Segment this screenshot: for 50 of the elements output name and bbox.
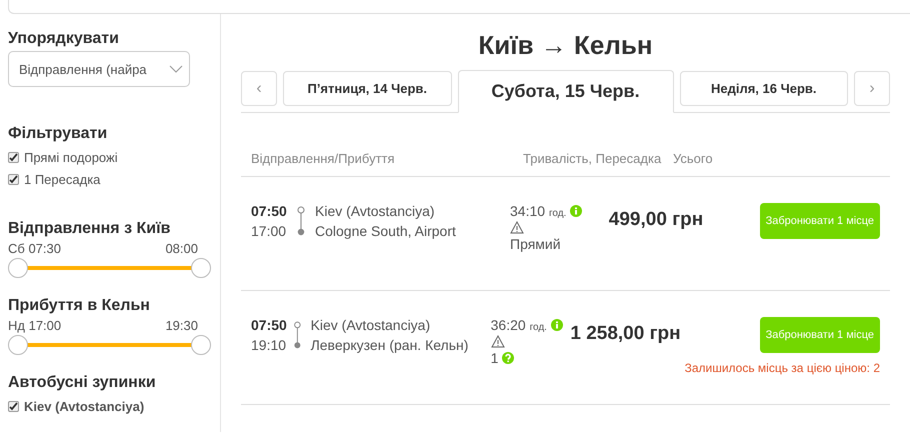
slider-thumb[interactable] [8,258,28,278]
arrival-stop: Леверкузен (ран. Кельн) [310,337,470,353]
checkbox[interactable] [8,152,19,162]
range-slider[interactable] [8,257,211,279]
chevron-icon [169,65,183,73]
range-start: Сб 07:30 [8,241,61,256]
column-header: Тривалість, Пересадка [523,151,662,166]
section-title: Фільтрувати [8,125,108,143]
section-title: Відправлення з Київ [8,220,172,238]
section-title: Автобусні зупинки [8,374,157,392]
date-tab[interactable]: Субота, 15 Черв. [458,70,674,113]
departure-time: 07:50 [251,317,288,333]
info-icon [550,319,563,331]
checkbox-label: Kiev (Avtostanciya) [24,398,144,414]
departure-time: 07:50 [251,203,288,219]
column-header: Усього [673,151,714,166]
help-icon [502,352,514,364]
duration: 34:10 год. [510,203,566,219]
sort-select[interactable]: Відправлення (найра [8,51,190,87]
warning-icon [510,221,524,234]
slider-thumb[interactable] [191,258,211,278]
route-title: Київ → Кельн [477,30,654,61]
range-end: 19:30 [165,318,198,333]
departure-stop: Kiev (Avtostanciya) [315,203,436,219]
section-title: Прибуття в Кельн [8,297,151,315]
transfers: 1 [490,350,498,366]
price: 1 258,00 грн [569,322,682,346]
column-header: Відправлення/Прибуття [251,151,396,166]
arrival-stop: Cologne South, Airport [315,223,457,239]
range-end: 08:00 [165,241,198,256]
arrival-time: 17:00 [251,223,288,239]
date-tab[interactable]: П’ятниця, 14 Черв. [283,71,452,106]
range-start: Нд 17:00 [8,318,62,333]
range-slider[interactable] [8,334,211,356]
arrival-time: 19:10 [251,337,288,353]
slider-thumb[interactable] [8,335,28,355]
duration: 36:20 год. [490,317,547,333]
checkbox[interactable] [8,174,19,184]
checkbox[interactable] [8,400,19,412]
info-icon [570,205,582,217]
date-tab[interactable]: Неділя, 16 Черв. [680,71,848,106]
slider-thumb[interactable] [191,335,211,355]
departure-stop: Kiev (Avtostanciya) [310,317,432,333]
transfers: Прямий [510,236,561,252]
warning-icon [490,335,505,348]
checkbox-label: Прямі подорожі [24,150,118,164]
price: 499,00 грн [608,208,704,232]
section-title: Упорядкувати [8,30,120,48]
checkbox-label: 1 Пересадка [24,172,100,186]
seats-left-note: Залишилось місць за цією ціною: 2 [684,361,880,375]
